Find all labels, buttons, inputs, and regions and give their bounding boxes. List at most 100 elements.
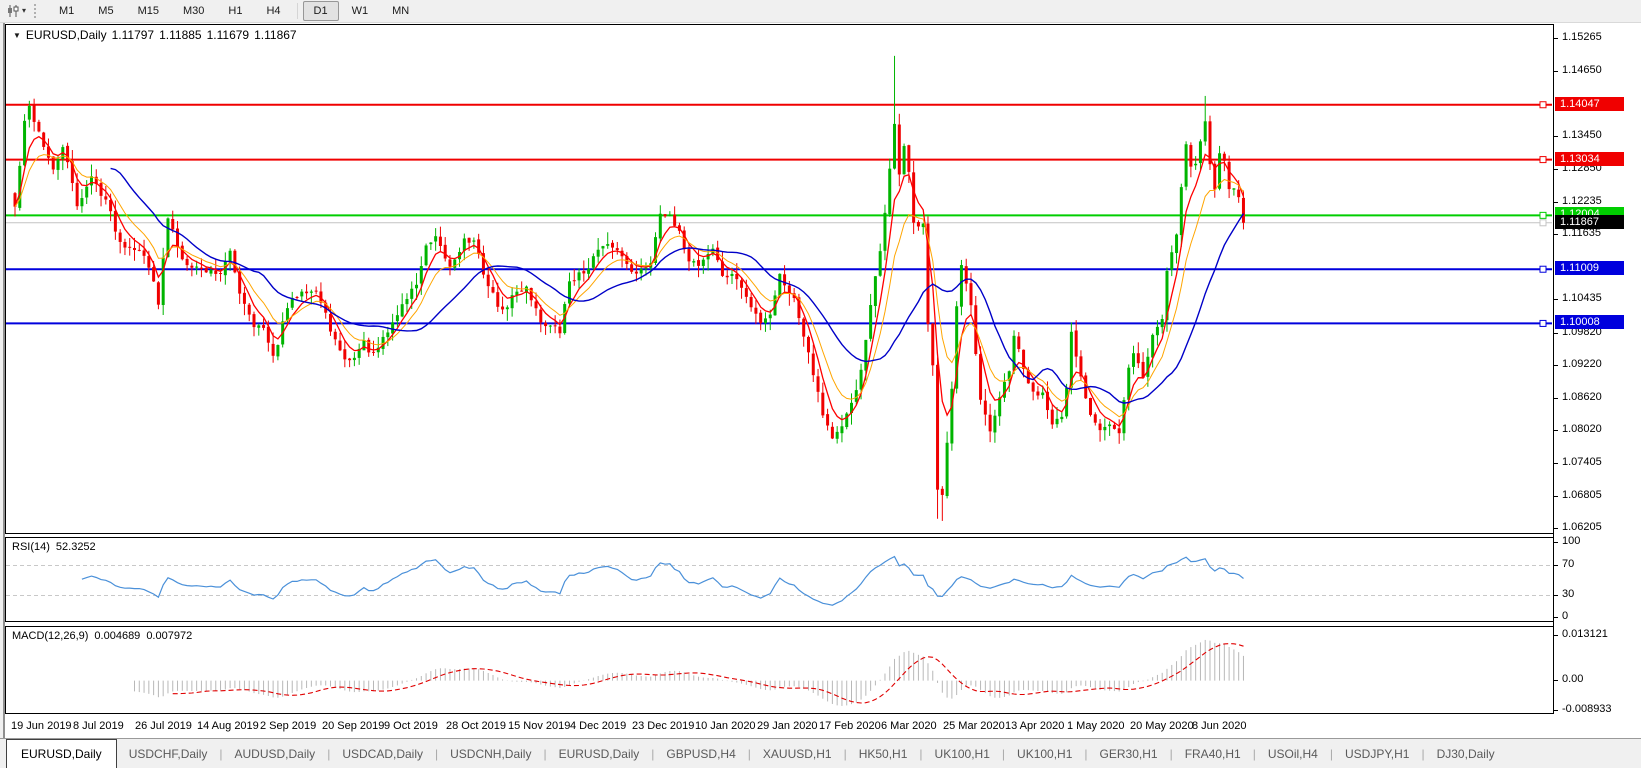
date-tick-label: 6 Mar 2020: [881, 720, 937, 732]
date-tick-label: 23 Dec 2019: [632, 720, 695, 732]
axis-tick: [1554, 680, 1558, 681]
mt4-terminal-window: ▾ M1 M5 M15 M30 H1 H4 D1 W1 MN ▼ EURUSD,Daily 1.…: [0, 0, 1641, 768]
axis-tick: [1554, 463, 1558, 464]
chart-tab-dj30-daily[interactable]: DJ30,Daily: [1425, 739, 1507, 768]
sma-21-line: [110, 167, 1245, 404]
candlestick-chart: [6, 55, 1552, 521]
date-tick-label: 28 Oct 2019: [446, 720, 506, 732]
chart-tab-gbpusd-h4[interactable]: GBPUSD,H4: [654, 739, 747, 768]
rsi-name: RSI(14): [12, 541, 50, 553]
macd-signal-value: 0.007972: [146, 630, 193, 642]
macd-tick-label: 0.00: [1562, 673, 1584, 685]
axis-tick: [1554, 542, 1558, 543]
date-tick-label: 1 May 2020: [1067, 720, 1125, 732]
date-tick-label: 15 Nov 2019: [508, 720, 571, 732]
chart-tab-usoil-h4[interactable]: USOil,H4: [1256, 739, 1330, 768]
chart-tab-xauusd-h1[interactable]: XAUUSD,H1: [751, 739, 844, 768]
timeframe-button-d1[interactable]: D1: [302, 1, 339, 21]
rsi-tick-label: 70: [1562, 558, 1575, 570]
chart-tab-uk100-h1[interactable]: UK100,H1: [1005, 739, 1084, 768]
axis-tick: [1554, 365, 1558, 366]
date-tick-label: 2 Sep 2019: [260, 720, 317, 732]
timeframe-button-m15[interactable]: M15: [127, 1, 170, 21]
rsi-line: [81, 555, 1244, 606]
macd-plot: [134, 639, 1244, 706]
timeframe-button-h4[interactable]: H4: [255, 1, 291, 21]
macd-signal-line: [172, 643, 1244, 704]
rsi-tick-label: 0: [1562, 610, 1569, 622]
chart-tab-fra40-h1[interactable]: FRA40,H1: [1173, 739, 1253, 768]
axis-tick: [1554, 398, 1558, 399]
rsi-tick-label: 100: [1562, 535, 1581, 547]
ema-10-line: [14, 154, 1244, 418]
ohlc-close: 1.11867: [254, 28, 297, 42]
collapse-indicator-icon[interactable]: ▼: [13, 31, 21, 40]
axis-tick: [1554, 635, 1558, 636]
chart-tab-hk50-h1[interactable]: HK50,H1: [847, 739, 920, 768]
price-line-label: 1.14047: [1555, 97, 1624, 111]
axis-tick: [1554, 496, 1558, 497]
date-axis[interactable]: 19 Jun 2019 8 Jul 2019 26 Jul 2019 14 Aug 2…: [5, 714, 1641, 739]
chart-tab-usdjpy-h1[interactable]: USDJPY,H1: [1333, 739, 1421, 768]
timeframe-button-m30[interactable]: M30: [172, 1, 215, 21]
rsi-current-value: 52.3252: [55, 541, 96, 553]
rsi-label: RSI(14) 52.3252: [12, 541, 96, 553]
axis-tick: [1554, 430, 1558, 431]
ohlc-low: 1.11679: [206, 28, 250, 42]
date-tick-label: 8 Jul 2019: [73, 720, 124, 732]
chart-title: ▼ EURUSD,Daily 1.11797 1.11885 1.11679 1…: [13, 28, 297, 42]
axis-tick: [1554, 299, 1558, 300]
price-axis[interactable]: 1.15265 1.14650 1.13450 1.12850 1.12235 1.116…: [1553, 24, 1641, 715]
date-tick-label: 17 Feb 2020: [819, 720, 881, 732]
date-tick-label: 13 Apr 2020: [1005, 720, 1065, 732]
price-chart-panel[interactable]: ▼ EURUSD,Daily 1.11797 1.11885 1.11679 1…: [5, 24, 1553, 534]
rsi-indicator-panel[interactable]: RSI(14) 52.3252: [5, 537, 1553, 622]
date-tick-label: 10 Jan 2020: [695, 720, 756, 732]
timeframe-button-m5[interactable]: M5: [87, 1, 124, 21]
price-line-label: 1.13034: [1555, 152, 1624, 166]
price-tick-label: 1.06805: [1562, 489, 1602, 501]
timeframe-button-m1[interactable]: M1: [48, 1, 85, 21]
date-tick-label: 19 Jun 2019: [11, 720, 72, 732]
date-tick-label: 9 Oct 2019: [384, 720, 438, 732]
axis-tick: [1554, 202, 1558, 203]
date-tick-label: 29 Jan 2020: [757, 720, 818, 732]
date-tick-label: 20 May 2020: [1130, 720, 1194, 732]
date-tick-label: 25 Mar 2020: [943, 720, 1005, 732]
macd-label: MACD(12,26,9) 0.004689 0.007972: [12, 630, 192, 642]
macd-indicator-panel[interactable]: MACD(12,26,9) 0.004689 0.007972: [5, 626, 1553, 714]
toolbar-grip[interactable]: [34, 4, 41, 18]
macd-main-value: 0.004689: [94, 630, 141, 642]
chart-tab-uk100-h1[interactable]: UK100,H1: [923, 739, 1002, 768]
ohlc-high: 1.11885: [159, 28, 202, 42]
timeframe-button-w1[interactable]: W1: [341, 1, 380, 21]
chart-symbol: EURUSD,Daily: [25, 28, 107, 42]
chart-tab-usdcnh-daily[interactable]: USDCNH,Daily: [438, 739, 543, 768]
axis-tick: [1554, 595, 1558, 596]
axis-tick: [1554, 169, 1558, 170]
axis-tick: [1554, 71, 1558, 72]
price-line-label: 1.10008: [1555, 315, 1624, 329]
price-tick-label: 1.12235: [1562, 195, 1602, 207]
axis-tick: [1554, 38, 1558, 39]
moving-averages-layer: [14, 135, 1245, 428]
timeframe-button-mn[interactable]: MN: [381, 1, 420, 21]
date-tick-label: 26 Jul 2019: [135, 720, 192, 732]
axis-tick: [1554, 565, 1558, 566]
chart-type-dropdown[interactable]: ▾: [0, 1, 32, 21]
chart-tab-eurusd-daily[interactable]: EURUSD,Daily: [6, 739, 117, 768]
chart-tab-usdcad-daily[interactable]: USDCAD,Daily: [330, 739, 435, 768]
timeframe-button-h1[interactable]: H1: [217, 1, 253, 21]
chart-tab-eurusd-daily[interactable]: EURUSD,Daily: [547, 739, 652, 768]
ohlc-open: 1.11797: [111, 28, 155, 42]
chart-tab-audusd-daily[interactable]: AUDUSD,Daily: [223, 739, 328, 768]
axis-tick: [1554, 710, 1558, 711]
axis-tick: [1554, 136, 1558, 137]
price-tick-label: 1.15265: [1562, 31, 1602, 43]
price-tick-label: 1.08620: [1562, 391, 1602, 403]
chart-tab-ger30-h1[interactable]: GER30,H1: [1088, 739, 1170, 768]
price-tick-label: 1.07405: [1562, 456, 1602, 468]
price-tick-label: 1.14650: [1562, 64, 1602, 76]
chart-tab-usdchf-daily[interactable]: USDCHF,Daily: [117, 739, 220, 768]
price-line-label: 1.11867: [1555, 215, 1624, 229]
